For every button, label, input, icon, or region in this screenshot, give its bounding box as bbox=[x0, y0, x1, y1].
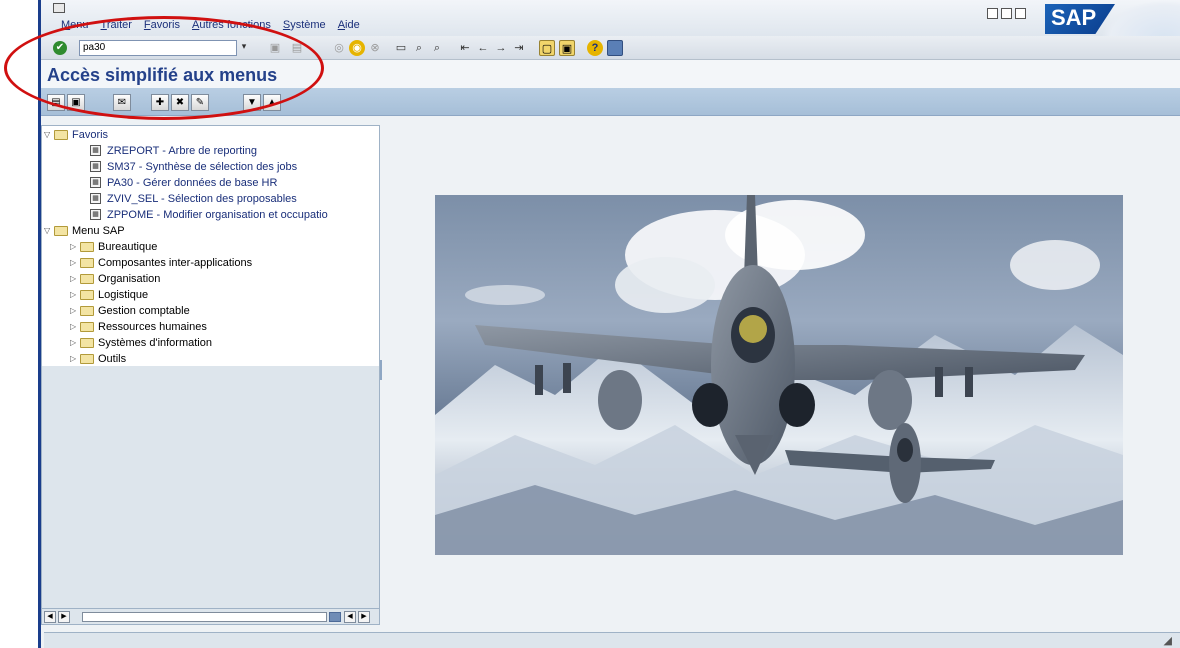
layout-icon[interactable] bbox=[607, 40, 623, 56]
collapse-toggle-icon[interactable]: ▷ bbox=[70, 322, 80, 331]
jet-fighter-photo bbox=[435, 195, 1123, 555]
scroll-right-icon[interactable]: ▶ bbox=[58, 611, 70, 623]
first-page-icon[interactable]: ⇤ bbox=[457, 40, 473, 56]
resize-grip-icon[interactable]: ◢ bbox=[1164, 634, 1172, 647]
favorite-item[interactable]: ▦ ZREPORT - Arbre de reporting bbox=[90, 143, 257, 158]
collapse-toggle-icon[interactable]: ▷ bbox=[70, 290, 80, 299]
folder-open-icon bbox=[54, 225, 68, 236]
folder-icon bbox=[80, 273, 94, 284]
maximize-icon[interactable] bbox=[1001, 8, 1012, 19]
folder-icon bbox=[80, 321, 94, 332]
collapse-toggle-icon[interactable]: ▷ bbox=[70, 258, 80, 267]
tree-node[interactable]: ▷ Systèmes d'information bbox=[70, 335, 212, 350]
tree-node[interactable]: ▷ Logistique bbox=[70, 287, 148, 302]
scroll-left-icon[interactable]: ◀ bbox=[44, 611, 56, 623]
menu-item-aide[interactable]: Aide bbox=[338, 19, 360, 31]
collapse-toggle-icon[interactable]: ▷ bbox=[70, 242, 80, 251]
collapse-toggle-icon[interactable]: ▷ bbox=[70, 306, 80, 315]
scroll-thumb[interactable] bbox=[329, 612, 341, 622]
transaction-icon: ▦ bbox=[90, 161, 101, 172]
window-controls bbox=[987, 8, 1026, 19]
tree-node-menu-sap[interactable]: ▽ Menu SAP bbox=[44, 223, 125, 238]
favorite-item[interactable]: ▦ PA30 - Gérer données de base HR bbox=[90, 175, 277, 190]
red-circle-annotation bbox=[4, 16, 324, 120]
tree-node[interactable]: ▷ Outils bbox=[70, 351, 126, 366]
tree-node[interactable]: ▷ Organisation bbox=[70, 271, 160, 286]
collapse-toggle-icon[interactable]: ▷ bbox=[70, 274, 80, 283]
folder-icon bbox=[80, 353, 94, 364]
tree-node[interactable]: ▷ Ressources humaines bbox=[70, 319, 207, 334]
find-icon[interactable]: ⌕ bbox=[411, 40, 427, 56]
folder-icon bbox=[80, 241, 94, 252]
collapse-toggle-icon[interactable]: ▷ bbox=[70, 338, 80, 347]
scroll-track[interactable] bbox=[82, 612, 327, 622]
next-page-icon[interactable]: → bbox=[493, 40, 509, 56]
favorite-item[interactable]: ▦ SM37 - Synthèse de sélection des jobs bbox=[90, 159, 297, 174]
status-bar: ◢ bbox=[44, 632, 1180, 648]
menu-tree: ▽ Favoris ▦ ZREPORT - Arbre de reporting… bbox=[41, 125, 380, 625]
exit-icon[interactable]: ◉ bbox=[349, 40, 365, 56]
expand-toggle-icon[interactable]: ▽ bbox=[44, 130, 54, 139]
horizontal-scrollbar[interactable]: ◀ ▶ ◀ ▶ bbox=[42, 608, 379, 624]
previous-page-icon[interactable]: ← bbox=[475, 40, 491, 56]
menu-item-systeme[interactable]: Système bbox=[283, 19, 326, 31]
scroll-right-icon[interactable]: ▶ bbox=[358, 611, 370, 623]
back-icon[interactable]: ◎ bbox=[331, 40, 347, 56]
splash-image bbox=[435, 195, 1123, 555]
favorite-item[interactable]: ▦ ZVIV_SEL - Sélection des proposables bbox=[90, 191, 297, 206]
pane-splitter[interactable] bbox=[380, 360, 382, 380]
tree-node[interactable]: ▷ Bureautique bbox=[70, 239, 157, 254]
transaction-icon: ▦ bbox=[90, 145, 101, 156]
shortcut-icon[interactable]: ▣ bbox=[559, 40, 575, 56]
transaction-icon: ▦ bbox=[90, 209, 101, 220]
scroll-left-icon[interactable]: ◀ bbox=[344, 611, 356, 623]
close-icon[interactable] bbox=[1015, 8, 1026, 19]
favorite-item[interactable]: ▦ ZPPOME - Modifier organisation et occu… bbox=[90, 207, 328, 222]
expand-toggle-icon[interactable]: ▽ bbox=[44, 226, 54, 235]
transaction-icon: ▦ bbox=[90, 177, 101, 188]
find-next-icon[interactable]: ⌕ bbox=[429, 40, 445, 56]
folder-icon bbox=[80, 337, 94, 348]
folder-icon bbox=[80, 289, 94, 300]
print-icon[interactable]: ▭ bbox=[393, 40, 409, 56]
new-session-icon[interactable]: ▢ bbox=[539, 40, 555, 56]
tree-node-favoris[interactable]: ▽ Favoris bbox=[44, 127, 108, 142]
transaction-icon: ▦ bbox=[90, 193, 101, 204]
tree-node[interactable]: ▷ Gestion comptable bbox=[70, 303, 190, 318]
collapse-toggle-icon[interactable]: ▷ bbox=[70, 354, 80, 363]
tree-node[interactable]: ▷ Composantes inter-applications bbox=[70, 255, 252, 270]
folder-icon bbox=[80, 257, 94, 268]
folder-open-icon bbox=[54, 129, 68, 140]
system-menu-icon[interactable] bbox=[53, 3, 65, 13]
folder-icon bbox=[80, 305, 94, 316]
minimize-icon[interactable] bbox=[987, 8, 998, 19]
help-icon[interactable]: ? bbox=[587, 40, 603, 56]
last-page-icon[interactable]: ⇥ bbox=[511, 40, 527, 56]
cancel-icon[interactable]: ⊗ bbox=[367, 40, 383, 56]
